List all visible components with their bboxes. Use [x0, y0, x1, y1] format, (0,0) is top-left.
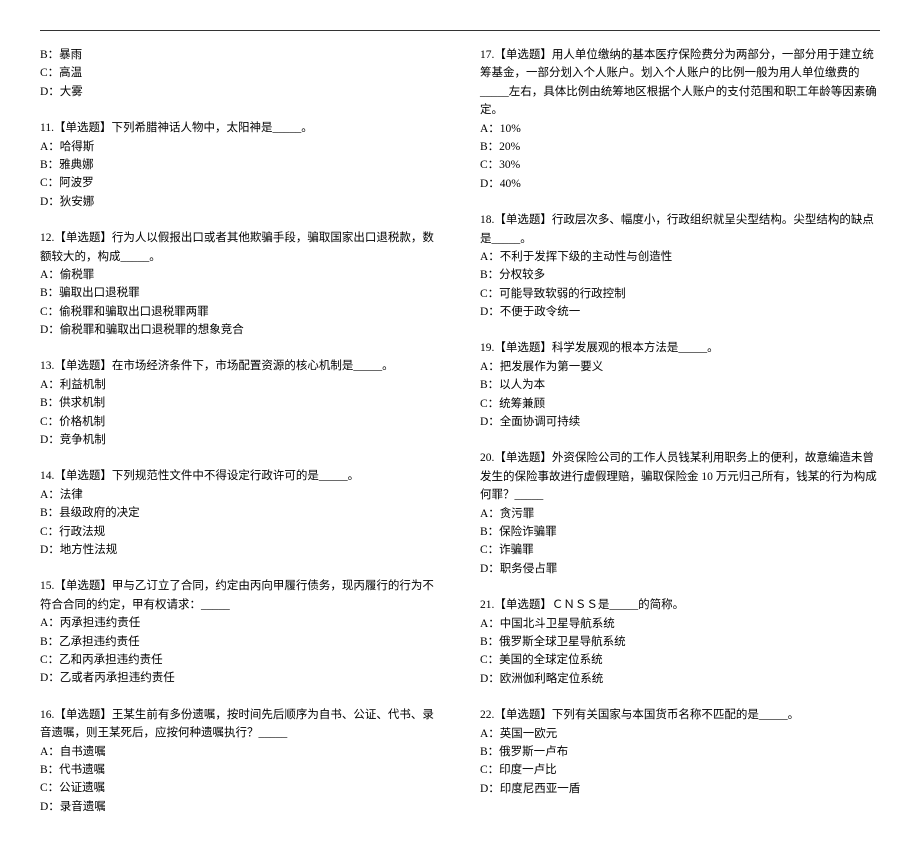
q11-option-c: C：阿波罗 — [40, 174, 440, 192]
q10-option-c: C：高温 — [40, 64, 440, 82]
q20-option-d: D：职务侵占罪 — [480, 560, 880, 578]
q22-option-a: A：英国一欧元 — [480, 725, 880, 743]
q14-option-b: B：县级政府的决定 — [40, 504, 440, 522]
q18-option-c: C：可能导致软弱的行政控制 — [480, 285, 880, 303]
q11-option-b: B：雅典娜 — [40, 156, 440, 174]
q18-option-d: D：不便于政令统一 — [480, 303, 880, 321]
q19-option-d: D：全面协调可持续 — [480, 413, 880, 431]
q17-option-a: A：10% — [480, 120, 880, 138]
q13-option-c: C：价格机制 — [40, 413, 440, 431]
q21: 21.【单选题】ＣＮＳＳ是_____的简称。 A：中国北斗卫星导航系统 B：俄罗… — [480, 596, 880, 688]
q15: 15.【单选题】甲与乙订立了合同，约定由丙向甲履行债务，现丙履行的行为不符合合同… — [40, 577, 440, 687]
q22: 22.【单选题】下列有关国家与本国货币名称不匹配的是_____。 A：英国一欧元… — [480, 706, 880, 798]
q18-option-a: A：不利于发挥下级的主动性与创造性 — [480, 248, 880, 266]
q12-option-b: B：骗取出口退税罪 — [40, 284, 440, 302]
q17-text: 17.【单选题】用人单位缴纳的基本医疗保险费分为两部分，一部分用于建立统筹基金，… — [480, 46, 880, 120]
q15-option-d: D：乙或者丙承担违约责任 — [40, 669, 440, 687]
q20: 20.【单选题】外资保险公司的工作人员钱某利用职务上的便利，故意编造未曾发生的保… — [480, 449, 880, 578]
q16-option-d: D：录音遗嘱 — [40, 798, 440, 816]
q22-option-c: C：印度一卢比 — [480, 761, 880, 779]
q14-text: 14.【单选题】下列规范性文件中不得设定行政许可的是_____。 — [40, 467, 440, 485]
q12-text: 12.【单选题】行为人以假报出口或者其他欺骗手段，骗取国家出口退税款，数额较大的… — [40, 229, 440, 266]
q21-option-b: B：俄罗斯全球卫星导航系统 — [480, 633, 880, 651]
q11-option-a: A：哈得斯 — [40, 138, 440, 156]
q15-option-a: A：丙承担违约责任 — [40, 614, 440, 632]
q14-option-c: C：行政法规 — [40, 523, 440, 541]
q19-text: 19.【单选题】科学发展观的根本方法是_____。 — [480, 339, 880, 357]
q17-option-c: C：30% — [480, 156, 880, 174]
q18: 18.【单选题】行政层次多、幅度小，行政组织就呈尖型结构。尖型结构的缺点是___… — [480, 211, 880, 321]
q10-option-b: B：暴雨 — [40, 46, 440, 64]
q22-text: 22.【单选题】下列有关国家与本国货币名称不匹配的是_____。 — [480, 706, 880, 724]
q13-option-a: A：利益机制 — [40, 376, 440, 394]
q16-option-b: B：代书遗嘱 — [40, 761, 440, 779]
q14-option-d: D：地方性法规 — [40, 541, 440, 559]
q14: 14.【单选题】下列规范性文件中不得设定行政许可的是_____。 A：法律 B：… — [40, 467, 440, 559]
q12-option-c: C：偷税罪和骗取出口退税罪两罪 — [40, 303, 440, 321]
q16-option-c: C：公证遗嘱 — [40, 779, 440, 797]
q17-option-d: D：40% — [480, 175, 880, 193]
q16-text: 16.【单选题】王某生前有多份遗嘱，按时间先后顺序为自书、公证、代书、录音遗嘱，… — [40, 706, 440, 743]
q19: 19.【单选题】科学发展观的根本方法是_____。 A：把发展作为第一要义 B：… — [480, 339, 880, 431]
q13-text: 13.【单选题】在市场经济条件下，市场配置资源的核心机制是_____。 — [40, 357, 440, 375]
q12-option-a: A：偷税罪 — [40, 266, 440, 284]
q19-option-b: B：以人为本 — [480, 376, 880, 394]
q22-option-b: B：俄罗斯一卢布 — [480, 743, 880, 761]
q11-option-d: D：狄安娜 — [40, 193, 440, 211]
q21-option-d: D：欧洲伽利略定位系统 — [480, 670, 880, 688]
q21-option-a: A：中国北斗卫星导航系统 — [480, 615, 880, 633]
q11-text: 11.【单选题】下列希腊神话人物中，太阳神是_____。 — [40, 119, 440, 137]
q21-option-c: C：美国的全球定位系统 — [480, 651, 880, 669]
q12: 12.【单选题】行为人以假报出口或者其他欺骗手段，骗取国家出口退税款，数额较大的… — [40, 229, 440, 339]
q11: 11.【单选题】下列希腊神话人物中，太阳神是_____。 A：哈得斯 B：雅典娜… — [40, 119, 440, 211]
q15-option-b: B：乙承担违约责任 — [40, 633, 440, 651]
q13-option-d: D：竞争机制 — [40, 431, 440, 449]
q20-text: 20.【单选题】外资保险公司的工作人员钱某利用职务上的便利，故意编造未曾发生的保… — [480, 449, 880, 504]
q20-option-a: A：贪污罪 — [480, 505, 880, 523]
q19-option-a: A：把发展作为第一要义 — [480, 358, 880, 376]
q10-partial: B：暴雨 C：高温 D：大雾 — [40, 46, 440, 101]
q13-option-b: B：供求机制 — [40, 394, 440, 412]
q18-option-b: B：分权较多 — [480, 266, 880, 284]
q21-text: 21.【单选题】ＣＮＳＳ是_____的简称。 — [480, 596, 880, 614]
q13: 13.【单选题】在市场经济条件下，市场配置资源的核心机制是_____。 A：利益… — [40, 357, 440, 449]
q12-option-d: D：偷税罪和骗取出口退税罪的想象竞合 — [40, 321, 440, 339]
q18-text: 18.【单选题】行政层次多、幅度小，行政组织就呈尖型结构。尖型结构的缺点是___… — [480, 211, 880, 248]
q14-option-a: A：法律 — [40, 486, 440, 504]
q20-option-b: B：保险诈骗罪 — [480, 523, 880, 541]
q20-option-c: C：诈骗罪 — [480, 541, 880, 559]
q17-option-b: B：20% — [480, 138, 880, 156]
q15-option-c: C：乙和丙承担违约责任 — [40, 651, 440, 669]
q16-option-a: A：自书遗嘱 — [40, 743, 440, 761]
q19-option-c: C：统筹兼顾 — [480, 395, 880, 413]
q22-option-d: D：印度尼西亚一盾 — [480, 780, 880, 798]
q10-option-d: D：大雾 — [40, 83, 440, 101]
q15-text: 15.【单选题】甲与乙订立了合同，约定由丙向甲履行债务，现丙履行的行为不符合合同… — [40, 577, 440, 614]
q17: 17.【单选题】用人单位缴纳的基本医疗保险费分为两部分，一部分用于建立统筹基金，… — [480, 46, 880, 193]
q16: 16.【单选题】王某生前有多份遗嘱，按时间先后顺序为自书、公证、代书、录音遗嘱，… — [40, 706, 440, 816]
